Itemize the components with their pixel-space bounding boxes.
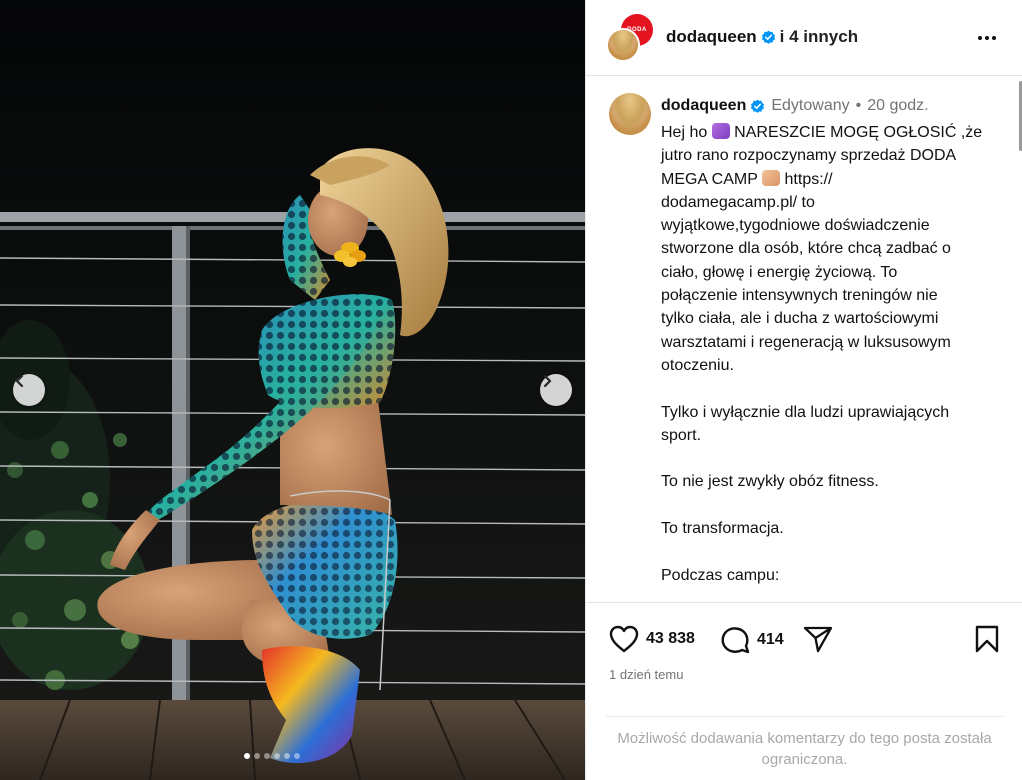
chevron-left-icon <box>15 374 24 388</box>
caption-text: Hej ho NARESZCIE MOGĘ OGŁOSIĆ ,że jutro … <box>661 121 1001 587</box>
carousel-dot <box>264 753 270 759</box>
waving-hand-emoji-icon <box>711 123 730 139</box>
post-date[interactable]: 1 dzień temu <box>609 667 683 682</box>
caption-paragraph: To transformacja. <box>661 520 784 538</box>
comment-bubble-icon <box>721 627 750 654</box>
paper-plane-icon <box>803 626 833 653</box>
caption-username-link[interactable]: dodaqueen <box>661 97 746 115</box>
carousel-indicators <box>244 753 300 759</box>
caption-line: Hej ho <box>661 124 708 141</box>
edited-label: Edytowany <box>771 97 850 114</box>
caption-header: dodaqueen Edytowany • 20 godz. <box>661 97 929 115</box>
post-time[interactable]: 20 godz. <box>867 97 928 115</box>
header-title: dodaqueen i 4 innych <box>666 27 858 47</box>
caption-link[interactable]: https:// dodamegacamp.pl/ to wyjątkowe,t… <box>661 171 951 374</box>
carousel-next-button[interactable] <box>540 374 572 406</box>
avatar <box>606 28 640 62</box>
collab-avatars[interactable]: DODA <box>606 14 656 62</box>
header-username-link[interactable]: dodaqueen <box>666 27 757 47</box>
carousel-dot <box>284 753 290 759</box>
chevron-right-icon <box>543 374 552 388</box>
carousel-prev-button[interactable] <box>13 374 45 406</box>
carousel-dot <box>244 753 250 759</box>
avatar[interactable] <box>609 93 651 135</box>
verified-badge-icon <box>751 99 765 113</box>
more-options-icon <box>978 36 996 40</box>
caption-paragraph: To nie jest zwykły obóz fitness. <box>661 473 879 491</box>
post-media[interactable] <box>0 0 585 780</box>
post-side-panel: DODA dodaqueen i 4 innych dodaqueen Edyt… <box>585 0 1022 780</box>
share-button[interactable] <box>803 625 833 653</box>
save-button[interactable] <box>974 625 1000 653</box>
caption-area[interactable]: dodaqueen Edytowany • 20 godz. Hej ho NA… <box>586 77 1022 602</box>
caption-paragraph: Tylko i wyłącznie dla ludzi uprawiającyc… <box>661 403 950 444</box>
comment-button[interactable]: 414 <box>720 625 784 655</box>
heart-icon <box>609 625 639 653</box>
carousel-dot <box>294 753 300 759</box>
carousel-dot <box>254 753 260 759</box>
like-count[interactable]: 43 838 <box>646 630 695 648</box>
caption-paragraph: Podczas campu: <box>661 566 780 584</box>
like-button[interactable]: 43 838 <box>609 625 695 653</box>
bookmark-icon <box>975 625 999 653</box>
carousel-dot <box>274 753 280 759</box>
post-actions: 43 838 414 1 dzień temu Możliwość dodawa… <box>586 602 1022 780</box>
meta-separator: • <box>855 97 862 114</box>
post-header: DODA dodaqueen i 4 innych <box>586 0 1022 76</box>
collaborators-link[interactable]: i 4 innych <box>780 27 858 47</box>
comment-count[interactable]: 414 <box>757 631 784 649</box>
more-options-button[interactable] <box>973 24 1001 52</box>
flexed-biceps-emoji-icon <box>762 169 781 186</box>
comments-restricted-notice: Możliwość dodawania komentarzy do tego p… <box>606 716 1003 770</box>
verified-badge-icon <box>761 30 775 44</box>
post-photo <box>0 148 585 780</box>
